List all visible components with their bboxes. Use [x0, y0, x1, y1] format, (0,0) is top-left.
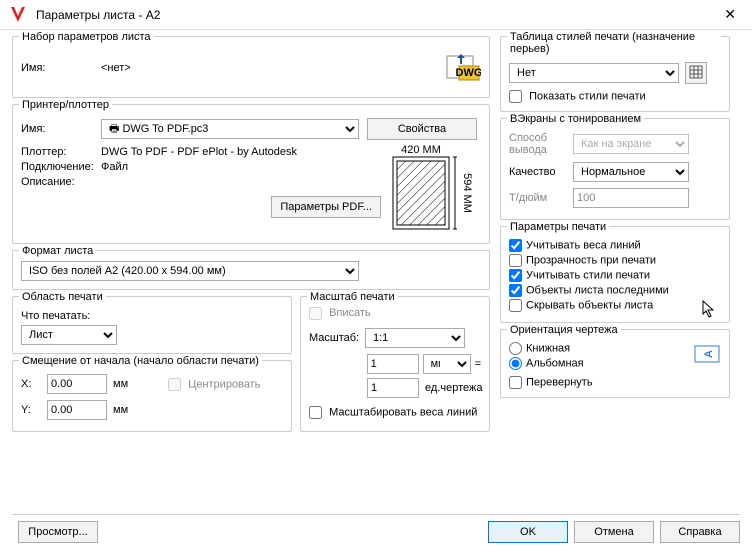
opt-transp[interactable]: Прозрачность при печати: [509, 254, 721, 267]
dpi-label: Т/дюйм: [509, 192, 573, 204]
scale-legend: Масштаб печати: [307, 291, 398, 303]
named-set-legend: Набор параметров листа: [19, 31, 154, 43]
description-label: Описание:: [21, 176, 101, 188]
connection-value: Файл: [101, 161, 128, 173]
plot-styles-legend: Таблица стилей печати (назначение перьев…: [507, 31, 721, 55]
show-styles-checkbox[interactable]: [509, 90, 522, 103]
scale-den-input[interactable]: [367, 378, 419, 398]
offset-y-label: Y:: [21, 404, 47, 416]
fit-label: Вписать: [309, 307, 371, 319]
plot-style-edit-button[interactable]: [685, 62, 707, 84]
named-set-group: Набор параметров листа Имя: <нет> DWG: [12, 36, 490, 98]
quality-label: Качество: [509, 166, 573, 178]
shaded-mode-label: Способ вывода: [509, 132, 573, 156]
scale-lw-label[interactable]: Масштабировать веса линий: [309, 406, 481, 419]
printer-group: Принтер/плоттер Имя: 🖶 DWG To PDF.pc3 Св…: [12, 104, 490, 244]
connection-label: Подключение:: [21, 161, 101, 173]
offset-x-label: X:: [21, 378, 47, 390]
show-styles-label[interactable]: Показать стили печати: [509, 90, 721, 103]
upside-label[interactable]: Перевернуть: [509, 376, 693, 389]
what-print-label: Что печатать:: [21, 310, 90, 322]
named-set-name-label: Имя:: [21, 62, 101, 74]
portrait-radio-label[interactable]: Книжная: [509, 342, 693, 355]
offset-legend: Смещение от начала (начало области печат…: [19, 355, 262, 367]
paper-size-legend: Формат листа: [19, 245, 96, 257]
quality-select[interactable]: Нормальное: [573, 162, 689, 182]
opt-styles[interactable]: Учитывать стили печати: [509, 269, 721, 282]
scale-unit-select[interactable]: мм: [423, 354, 471, 374]
titlebar: Параметры листа - A2 ✕: [0, 0, 752, 30]
offset-y-unit: мм: [113, 404, 128, 416]
fit-checkbox: [309, 307, 322, 320]
orientation-group: Ориентация чертежа Книжная Альбомная Пер…: [500, 329, 730, 398]
opt-lw[interactable]: Учитывать веса линий: [509, 239, 721, 252]
shaded-legend: ВЭкраны с тонированием: [507, 113, 644, 125]
plot-area-group: Область печати Что печатать: Лист: [12, 296, 292, 354]
close-button[interactable]: ✕: [716, 2, 744, 27]
offset-x-unit: мм: [113, 378, 128, 390]
svg-text:594 MM: 594 MM: [461, 173, 473, 213]
what-print-select[interactable]: Лист: [21, 325, 117, 345]
properties-button[interactable]: Свойства: [367, 118, 477, 140]
plot-styles-group: Таблица стилей печати (назначение перьев…: [500, 36, 730, 112]
svg-text:DWG: DWG: [456, 67, 481, 79]
preview-button[interactable]: Просмотр...: [18, 521, 98, 543]
plotter-value: DWG To PDF - PDF ePlot - by Autodesk: [101, 146, 297, 158]
ok-button[interactable]: OK: [488, 521, 568, 543]
scale-equals: =: [475, 358, 481, 370]
window-title: Параметры листа - A2: [36, 8, 716, 22]
cancel-button[interactable]: Отмена: [574, 521, 654, 543]
named-set-name-value: <нет>: [101, 62, 131, 74]
plot-style-select[interactable]: Нет: [509, 63, 679, 83]
plot-options-group: Параметры печати Учитывать веса линий Пр…: [500, 226, 730, 323]
scale-select[interactable]: 1:1: [365, 328, 465, 348]
shaded-mode-select: Как на экране: [573, 134, 689, 154]
scale-group: Масштаб печати Вписать Масштаб: 1:1: [300, 296, 490, 432]
landscape-radio-label[interactable]: Альбомная: [509, 357, 693, 370]
printer-name-select[interactable]: 🖶 DWG To PDF.pc3: [101, 119, 359, 139]
offset-y-input[interactable]: [47, 400, 107, 420]
opt-hide[interactable]: Скрывать объекты листа: [509, 299, 721, 312]
app-icon: [8, 5, 28, 25]
plot-area-legend: Область печати: [19, 291, 106, 303]
printer-legend: Принтер/плоттер: [19, 99, 112, 111]
scale-lw-checkbox[interactable]: [309, 406, 322, 419]
center-label: Центрировать: [168, 378, 260, 391]
plot-options-legend: Параметры печати: [507, 221, 609, 233]
svg-text:420 MM: 420 MM: [401, 144, 441, 156]
help-button[interactable]: Справка: [660, 521, 740, 543]
shaded-group: ВЭкраны с тонированием Способ вывода Как…: [500, 118, 730, 220]
printer-name-label: Имя:: [21, 123, 101, 135]
orientation-icon: A: [693, 340, 721, 368]
dpi-input: [573, 188, 689, 208]
opt-last[interactable]: Объекты листа последними: [509, 284, 721, 297]
scale-num-input[interactable]: [367, 354, 419, 374]
pdf-options-button[interactable]: Параметры PDF...: [271, 196, 381, 218]
dwg-icon: DWG: [445, 50, 481, 86]
scale-label: Масштаб:: [309, 332, 365, 344]
offset-x-input[interactable]: [47, 374, 107, 394]
scale-den-unit: ед.чертежа: [425, 382, 481, 394]
offset-group: Смещение от начала (начало области печат…: [12, 360, 292, 432]
table-icon: [689, 65, 703, 79]
paper-preview: 420 MM 594 MM: [381, 143, 481, 235]
paper-size-group: Формат листа ISO без полей A2 (420.00 x …: [12, 250, 490, 290]
center-checkbox: [168, 378, 181, 391]
orientation-legend: Ориентация чертежа: [507, 324, 621, 336]
svg-text:A: A: [703, 350, 715, 358]
paper-size-select[interactable]: ISO без полей A2 (420.00 x 594.00 мм): [21, 261, 359, 281]
plotter-label: Плоттер:: [21, 146, 101, 158]
